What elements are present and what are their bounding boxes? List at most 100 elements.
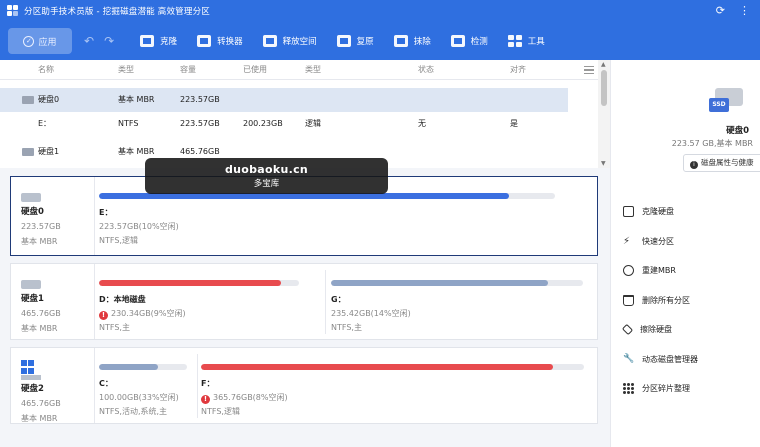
scroll-up-icon[interactable]: ▲ — [601, 61, 606, 68]
col-name[interactable]: 名称 — [38, 60, 54, 80]
clone-icon — [140, 35, 155, 47]
col-type[interactable]: 类型 — [118, 60, 134, 80]
partition-fs: NTFS,逻辑 — [99, 236, 138, 245]
wipe-tool-button[interactable]: 抹除 — [384, 22, 441, 60]
info-icon: i — [690, 161, 698, 169]
free-space-tool-label: 释放空间 — [282, 37, 317, 47]
col-fs[interactable]: 类型 — [305, 60, 321, 80]
op-clone-disk[interactable]: 克隆硬盘 — [623, 197, 698, 227]
table-row[interactable]: 硬盘0 基本 MBR 223.57GB — [0, 88, 568, 112]
redo-icon[interactable]: ↷ — [104, 34, 114, 48]
wipe-tool-label: 抹除 — [413, 37, 431, 47]
row-used: 200.23GB — [243, 119, 283, 128]
app-logo-icon — [7, 5, 19, 17]
table-row[interactable]: E： NTFS 223.57GB 200.23GB 逻辑 无 是 — [0, 112, 610, 136]
disk-properties-button[interactable]: i 磁盘属性与健康 — [683, 154, 760, 172]
disk-info: 硬盘1 465.76GB 基本 MBR — [11, 264, 95, 339]
op-label: 动态磁盘管理器 — [642, 354, 698, 364]
list-header: 名称 类型 容量 已使用 类型 状态 对齐 — [0, 60, 610, 80]
free-space-icon — [262, 35, 277, 47]
row-fs: 逻辑 — [305, 119, 321, 128]
col-used[interactable]: 已使用 — [243, 60, 267, 80]
op-dynamic-disk-manager[interactable]: 动态磁盘管理器 — [623, 345, 698, 375]
partition-block[interactable]: C： 100.00GB(33%空闲) NTFS,活动,系统,主 — [99, 348, 195, 423]
operations-list: 克隆硬盘 快速分区 重建MBR 删除所有分区 擦除硬盘 动态磁盘管理器 分区碎片… — [621, 197, 698, 404]
partition-divider — [197, 354, 198, 418]
partition-fs: NTFS,主 — [99, 323, 130, 332]
op-wipe-disk[interactable]: 擦除硬盘 — [621, 315, 698, 345]
partition-label: E： — [99, 208, 113, 217]
op-defrag[interactable]: 分区碎片整理 — [623, 374, 698, 404]
converter-icon — [197, 35, 212, 47]
rebuild-mbr-icon — [623, 265, 634, 277]
ssd-badge: SSD — [709, 98, 729, 112]
delete-all-icon — [623, 294, 634, 306]
list-scrollbar[interactable]: ▲ ▼ — [598, 60, 610, 168]
converter-tool-button[interactable]: 转换器 — [187, 22, 253, 60]
more-menu-icon[interactable]: ⋮ — [739, 4, 750, 18]
op-label: 擦除硬盘 — [640, 325, 672, 335]
usage-bar-fill — [201, 364, 554, 370]
scroll-down-icon[interactable]: ▼ — [601, 160, 606, 167]
row-status: 无 — [418, 119, 426, 128]
disk-name: 硬盘1 — [21, 294, 44, 304]
col-align[interactable]: 对齐 — [510, 60, 526, 80]
restore-icon — [336, 35, 351, 47]
hard-disk-icon — [21, 193, 41, 202]
usage-bar-fill — [99, 364, 158, 370]
usage-bar-fill — [331, 280, 548, 286]
op-rebuild-mbr[interactable]: 重建MBR — [623, 256, 698, 286]
row-type: 基本 MBR — [118, 95, 155, 104]
partition-fs: NTFS,逻辑 — [201, 407, 240, 416]
title-bar: 分区助手技术员版 - 挖掘磁盘潜能 高效管理分区 ⟳ ⋮ — [0, 0, 760, 22]
row-name: 硬盘1 — [38, 147, 60, 156]
col-status[interactable]: 状态 — [418, 60, 434, 80]
disk-detail-panel: SSD 硬盘0 223.57 GB,基本 MBR i磁盘属性与健康 克隆硬盘 快… — [610, 60, 760, 447]
check-tool-icon — [450, 35, 465, 47]
partition-size: 100.00GB(33%空闲) — [99, 393, 179, 402]
row-name: 硬盘0 — [38, 95, 60, 104]
dynamic-disk-icon — [623, 354, 634, 365]
restore-tool-label: 复原 — [356, 37, 374, 47]
disk-name: 硬盘2 — [21, 384, 44, 394]
tools-button[interactable]: 工具 — [498, 22, 555, 60]
scroll-thumb[interactable] — [601, 70, 607, 106]
disk-card-2[interactable]: 硬盘2 465.76GB 基本 MBR C： 100.00GB(33%空闲) N… — [10, 347, 598, 424]
op-quick-partition[interactable]: 快速分区 — [623, 227, 698, 257]
col-capacity[interactable]: 容量 — [180, 60, 196, 80]
op-delete-all-partitions[interactable]: 删除所有分区 — [623, 286, 698, 316]
disk-card-1[interactable]: 硬盘1 465.76GB 基本 MBR D：本地磁盘 ! 230.34GB(9%空… — [10, 263, 598, 340]
disk-type: 基本 MBR — [21, 414, 58, 423]
windows-disk-icon — [21, 360, 34, 374]
wipe-icon — [393, 35, 408, 47]
restore-tool-button[interactable]: 复原 — [327, 22, 384, 60]
warning-icon: ! — [201, 395, 210, 404]
watermark-line1: duobaoku.cn — [224, 163, 309, 176]
check-tool-button[interactable]: 检测 — [441, 22, 498, 60]
usage-bar — [331, 280, 583, 286]
ssd-icon: SSD — [709, 88, 743, 116]
partition-block[interactable]: G： 235.42GB(14%空闲) NTFS,主 — [331, 264, 593, 339]
detail-disk-name: 硬盘0 — [726, 126, 749, 136]
partition-block[interactable]: D：本地磁盘 ! 230.34GB(9%空闲) NTFS,主 — [99, 264, 319, 339]
refresh-icon[interactable]: ⟳ — [716, 4, 725, 18]
converter-tool-label: 转换器 — [217, 37, 243, 47]
usage-bar — [201, 364, 584, 370]
column-menu-icon[interactable] — [584, 66, 594, 74]
disk-type: 基本 MBR — [21, 237, 58, 246]
apply-button[interactable]: ✓ 应用 — [8, 28, 72, 54]
free-space-tool-button[interactable]: 释放空间 — [253, 22, 327, 60]
disk-info: 硬盘0 223.57GB 基本 MBR — [11, 177, 95, 255]
row-capacity: 223.57GB — [180, 95, 220, 104]
partition-label: F： — [201, 379, 215, 388]
check-icon: ✓ — [23, 35, 35, 47]
clone-tool-label: 克隆 — [160, 37, 178, 47]
window-title: 分区助手技术员版 - 挖掘磁盘潜能 高效管理分区 — [24, 7, 210, 17]
usage-bar — [99, 280, 299, 286]
partition-block[interactable]: F： ! 365.76GB(8%空闲) NTFS,逻辑 — [201, 348, 593, 423]
undo-icon[interactable]: ↶ — [84, 34, 94, 48]
toolbar: ✓ 应用 ↶ ↷ 克隆 转换器 释放空间 复原 抹除 检测 工具 — [0, 22, 760, 60]
disk-info: 硬盘2 465.76GB 基本 MBR — [11, 348, 95, 423]
partition-fs: NTFS,活动,系统,主 — [99, 407, 168, 416]
clone-tool-button[interactable]: 克隆 — [130, 22, 187, 60]
